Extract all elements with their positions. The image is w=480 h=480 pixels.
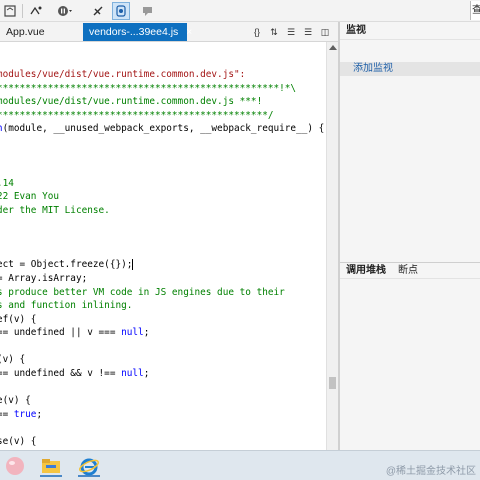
watermark: @稀土掘金技术社区 [385, 466, 476, 477]
tab-breakpoints[interactable]: 断点 [392, 263, 424, 279]
tab-call-stack[interactable]: 调用堆栈 [340, 263, 392, 279]
code-line: "; [0, 150, 324, 164]
code-line: 2022 Evan You [0, 190, 324, 204]
pause-icon[interactable] [56, 2, 74, 20]
code-token: under the MIT License. [0, 204, 110, 216]
list-icon[interactable]: ☰ [284, 25, 298, 39]
code-line: v === undefined || v === null; [0, 326, 324, 340]
code-line: under the MIT License. [0, 204, 324, 218]
step-over-icon[interactable] [28, 2, 44, 20]
search-field[interactable]: 查 [470, 1, 480, 20]
code-token: true [13, 408, 37, 420]
code-token: True(v) { [0, 395, 31, 407]
code-line: False(v) { [0, 435, 324, 449]
close-icon[interactable]: × [186, 27, 192, 38]
code-token: v !== undefined && v !== [0, 368, 116, 380]
vertical-scrollbar[interactable] [326, 42, 338, 450]
code-token: null [121, 368, 144, 380]
code-token: null [121, 327, 144, 339]
code-token: 2.7.14 [0, 177, 14, 189]
tab-app-vue[interactable]: App.vue [0, 23, 82, 41]
code-line: Object = Object.freeze({}); [0, 258, 324, 272]
code-token: pers produce better VM code in JS engine… [0, 286, 285, 298]
code-token: 2022 Evan You [0, 191, 60, 203]
tab-label: vendors-...39ee4.js [89, 26, 179, 38]
code-line: ness and function inlining. [0, 299, 324, 313]
tab-vendors-js[interactable]: vendors-...39ee4.js × [83, 23, 192, 41]
code-line: Undef(v) { [0, 313, 324, 327]
code-line: v === true; [0, 408, 324, 422]
scroll-thumb[interactable] [329, 377, 336, 389]
code-token: ; [36, 408, 43, 420]
scroll-up-icon[interactable] [329, 45, 337, 50]
code-token: ay = Array.isArray; [0, 272, 88, 284]
editor-tabstrip: App.vue vendors-...39ee4.js × {} ⇅ ☰ ☰ ◫ [0, 22, 338, 42]
tab-label: App.vue [6, 26, 45, 38]
pretty-print-icon[interactable]: {} [250, 25, 264, 39]
code-token: v === [0, 408, 9, 420]
code-token: ness and function inlining. [0, 300, 133, 312]
code-token: de_modules/vue/dist/vue.runtime.common.d… [0, 96, 263, 108]
text-cursor [132, 259, 134, 271]
callstack-panel: 调用堆栈 断点 [340, 262, 480, 450]
code-line: ****************************************… [0, 109, 324, 123]
code-line: True(v) { [0, 394, 324, 408]
code-line: de_modules/vue/dist/vue.runtime.common.d… [0, 95, 324, 109]
code-line: v !== undefined && v !== null; [0, 367, 324, 381]
code-token: ; [143, 327, 150, 339]
watch-title: 监视 [340, 22, 480, 40]
code-line: pers produce better VM code in JS engine… [0, 286, 324, 300]
code-editor[interactable]: de_modules/vue/dist/vue.runtime.common.d… [0, 42, 326, 450]
code-lines: de_modules/vue/dist/vue.runtime.common.d… [0, 68, 324, 449]
outline-icon[interactable]: ☰ [301, 25, 315, 39]
code-token: de_modules/vue/dist/vue.runtime.common.d… [0, 69, 246, 80]
ball-app-icon[interactable] [4, 455, 26, 477]
code-token: (module, __unused_webpack_exports, __web… [2, 123, 325, 135]
code-token: False(v) { [0, 436, 37, 448]
callstack-tabs: 调用堆栈 断点 [340, 263, 480, 279]
code-token: Def(v) { [0, 354, 26, 366]
code-token: ; [143, 368, 150, 380]
code-token: Undef(v) { [0, 313, 37, 325]
code-line: 2.7.14 [0, 177, 324, 191]
watch-panel: 监视 添加监视 [340, 22, 480, 262]
word-wrap-icon[interactable]: ⇅ [267, 25, 281, 39]
code-line: ay = Array.isArray; [0, 272, 324, 286]
exception-settings-icon[interactable] [112, 2, 130, 20]
code-line: Def(v) { [0, 353, 324, 367]
code-token: Object = Object.freeze({}); [0, 259, 133, 271]
split-view-icon[interactable]: ◫ [318, 25, 332, 39]
deactivate-breakpoints-icon[interactable] [90, 2, 106, 20]
code-line: !***************************************… [0, 82, 324, 96]
taskbar: @稀土掘金技术社区 [0, 450, 480, 480]
editor-tools: {} ⇅ ☰ ☰ ◫ [250, 24, 332, 40]
internet-explorer-icon[interactable] [78, 455, 100, 477]
code-token: !***************************************… [0, 82, 297, 94]
code-token: v === undefined || v === [0, 327, 116, 339]
file-explorer-icon[interactable] [40, 455, 62, 477]
code-line: tion(module, __unused_webpack_exports, _… [0, 122, 324, 136]
code-line: de_modules/vue/dist/vue.runtime.common.d… [0, 68, 324, 82]
code-token: ****************************************… [0, 109, 274, 121]
add-watch-item[interactable]: 添加监视 [340, 62, 480, 76]
debugger-toolbar: 查 [0, 0, 480, 22]
comment-icon[interactable] [140, 2, 156, 20]
home-icon[interactable] [2, 2, 18, 20]
